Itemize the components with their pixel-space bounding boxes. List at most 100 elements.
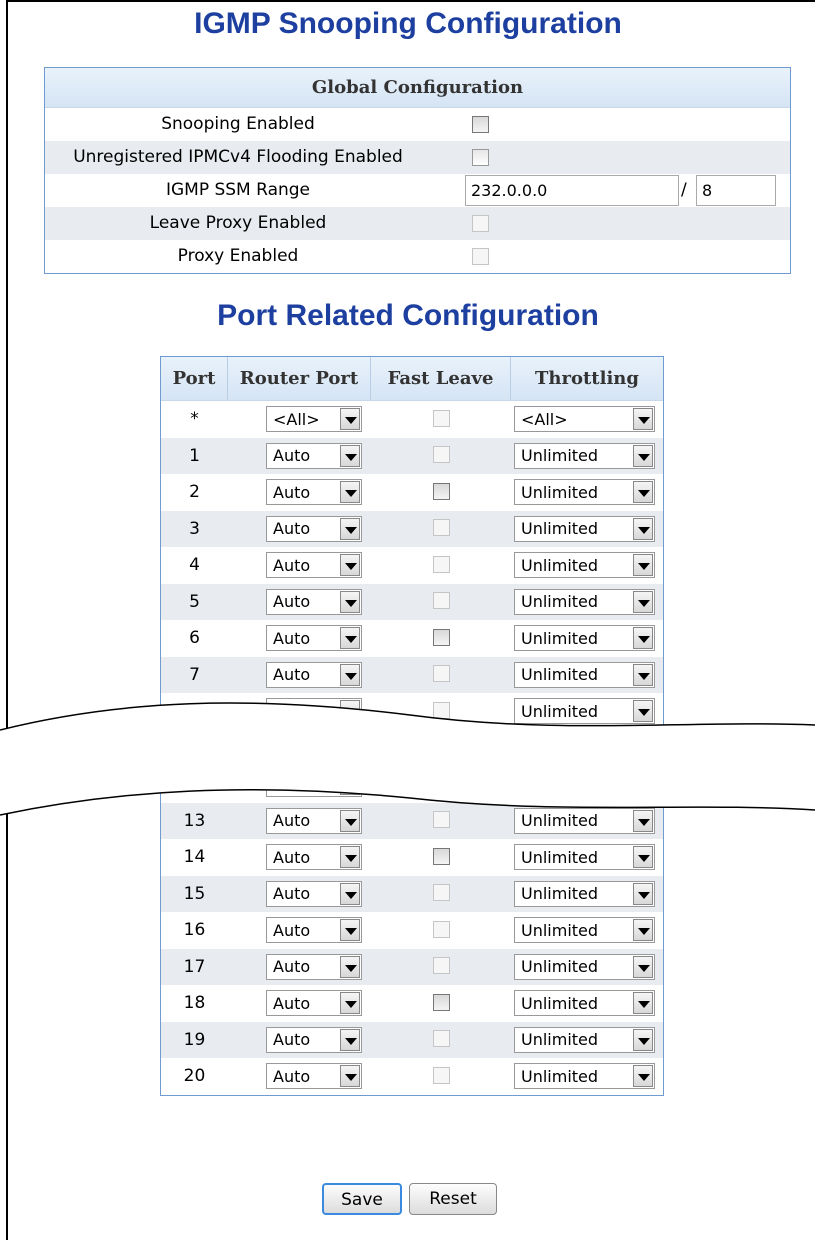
- throttling-select[interactable]: Unlimited: [514, 1026, 655, 1053]
- chevron-down-icon[interactable]: [633, 444, 653, 467]
- chevron-down-icon[interactable]: [633, 590, 653, 613]
- router-port-select[interactable]: Auto: [266, 588, 362, 615]
- flooding-enabled-checkbox[interactable]: [472, 149, 489, 166]
- throttling-select[interactable]: Unlimited: [514, 588, 655, 615]
- chevron-down-icon[interactable]: [633, 627, 653, 650]
- fast-leave-checkbox[interactable]: [432, 1030, 450, 1048]
- chevron-down-icon[interactable]: [633, 955, 653, 978]
- throttling-select[interactable]: Unlimited: [514, 844, 655, 871]
- chevron-down-icon[interactable]: [340, 590, 360, 613]
- throttling-select[interactable]: Unlimited: [514, 1063, 655, 1090]
- router-port-select[interactable]: Auto: [266, 880, 362, 907]
- ssm-address-input[interactable]: 232.0.0.0: [465, 175, 679, 206]
- fast-leave-checkbox[interactable]: [432, 519, 450, 537]
- chevron-down-icon[interactable]: [633, 846, 653, 869]
- chevron-down-icon[interactable]: [340, 882, 360, 905]
- chevron-down-icon[interactable]: [340, 408, 360, 431]
- port-row: 7 Auto Unlimited: [161, 656, 663, 693]
- router-port-select[interactable]: Auto: [266, 625, 362, 652]
- chevron-down-icon[interactable]: [340, 663, 360, 686]
- chevron-down-icon[interactable]: [340, 919, 360, 942]
- throttling-select[interactable]: Unlimited: [514, 661, 655, 688]
- chevron-down-icon[interactable]: [340, 846, 360, 869]
- router-port-select[interactable]: Auto: [266, 1063, 362, 1090]
- chevron-down-icon[interactable]: [633, 882, 653, 905]
- router-port-select[interactable]: Auto: [266, 990, 362, 1017]
- chevron-down-icon[interactable]: [633, 554, 653, 577]
- port-number: 17: [183, 956, 206, 977]
- throttling-select[interactable]: Unlimited: [514, 917, 655, 944]
- throttling-select[interactable]: Unlimited: [514, 442, 655, 469]
- router-port-select[interactable]: Auto: [266, 844, 362, 871]
- fast-leave-checkbox[interactable]: [432, 957, 450, 975]
- throttling-select[interactable]: Unlimited: [514, 990, 655, 1017]
- throttling-value: Unlimited: [521, 847, 599, 867]
- port-row: 5 Auto Unlimited: [161, 583, 663, 620]
- chevron-down-icon[interactable]: [633, 919, 653, 942]
- chevron-down-icon[interactable]: [633, 1065, 653, 1088]
- fast-leave-checkbox[interactable]: [432, 628, 450, 646]
- port-number: 2: [189, 482, 200, 503]
- chevron-down-icon[interactable]: [340, 1028, 360, 1051]
- router-port-value: Auto: [273, 519, 311, 539]
- chevron-down-icon[interactable]: [633, 481, 653, 504]
- router-port-select[interactable]: Auto: [266, 953, 362, 980]
- chevron-down-icon[interactable]: [340, 444, 360, 467]
- router-port-select[interactable]: Auto: [266, 442, 362, 469]
- fast-leave-checkbox[interactable]: [432, 1066, 450, 1084]
- throttling-select[interactable]: <All>: [514, 406, 655, 433]
- chevron-down-icon[interactable]: [633, 663, 653, 686]
- throttling-select[interactable]: Unlimited: [514, 479, 655, 506]
- chevron-down-icon[interactable]: [340, 481, 360, 504]
- fast-leave-checkbox[interactable]: [432, 993, 450, 1011]
- router-port-select[interactable]: Auto: [266, 1026, 362, 1053]
- fast-leave-checkbox[interactable]: [432, 592, 450, 610]
- chevron-down-icon[interactable]: [340, 955, 360, 978]
- port-number: *: [190, 409, 199, 430]
- fast-leave-checkbox[interactable]: [432, 665, 450, 683]
- fast-leave-checkbox[interactable]: [432, 446, 450, 464]
- fast-leave-checkbox[interactable]: [432, 920, 450, 938]
- router-port-select[interactable]: <All>: [266, 406, 362, 433]
- save-button[interactable]: Save: [322, 1183, 402, 1215]
- throttling-select[interactable]: Unlimited: [514, 953, 655, 980]
- flooding-enabled-label: Unregistered IPMCv4 Flooding Enabled: [73, 147, 403, 167]
- chevron-down-icon[interactable]: [633, 408, 653, 431]
- fast-leave-checkbox[interactable]: [432, 409, 450, 427]
- page-break-overlay: [0, 702, 815, 816]
- chevron-down-icon[interactable]: [340, 554, 360, 577]
- fast-leave-checkbox[interactable]: [432, 482, 450, 500]
- chevron-down-icon[interactable]: [340, 627, 360, 650]
- ssm-mask-input[interactable]: 8: [696, 175, 776, 206]
- router-port-value: Auto: [273, 592, 311, 612]
- throttling-select[interactable]: Unlimited: [514, 625, 655, 652]
- router-port-select[interactable]: Auto: [266, 661, 362, 688]
- fast-leave-checkbox[interactable]: [432, 555, 450, 573]
- throttling-select[interactable]: Unlimited: [514, 880, 655, 907]
- router-port-select[interactable]: Auto: [266, 917, 362, 944]
- leave-proxy-checkbox[interactable]: [472, 215, 489, 232]
- router-port-select[interactable]: Auto: [266, 479, 362, 506]
- throttling-select[interactable]: Unlimited: [514, 515, 655, 542]
- chevron-down-icon[interactable]: [633, 517, 653, 540]
- port-number: 14: [183, 847, 206, 868]
- reset-button[interactable]: Reset: [409, 1183, 497, 1215]
- chevron-down-icon[interactable]: [340, 992, 360, 1015]
- chevron-down-icon[interactable]: [633, 992, 653, 1015]
- throttling-select[interactable]: Unlimited: [514, 552, 655, 579]
- chevron-down-icon[interactable]: [633, 1028, 653, 1051]
- proxy-enabled-checkbox[interactable]: [472, 248, 489, 265]
- router-port-select[interactable]: Auto: [266, 515, 362, 542]
- chevron-down-icon[interactable]: [340, 517, 360, 540]
- fast-leave-checkbox[interactable]: [432, 884, 450, 902]
- global-configuration-table: Global Configuration Snooping Enabled Un…: [44, 67, 791, 274]
- router-port-value: Auto: [273, 993, 311, 1013]
- fast-leave-checkbox[interactable]: [432, 847, 450, 865]
- port-row: 17 Auto Unlimited: [161, 948, 663, 985]
- throttling-column-header: Throttling: [535, 368, 639, 389]
- snooping-enabled-checkbox[interactable]: [472, 116, 489, 133]
- router-port-select[interactable]: Auto: [266, 552, 362, 579]
- chevron-down-icon[interactable]: [340, 1065, 360, 1088]
- throttling-value: Unlimited: [521, 519, 599, 539]
- throttling-value: Unlimited: [521, 628, 599, 648]
